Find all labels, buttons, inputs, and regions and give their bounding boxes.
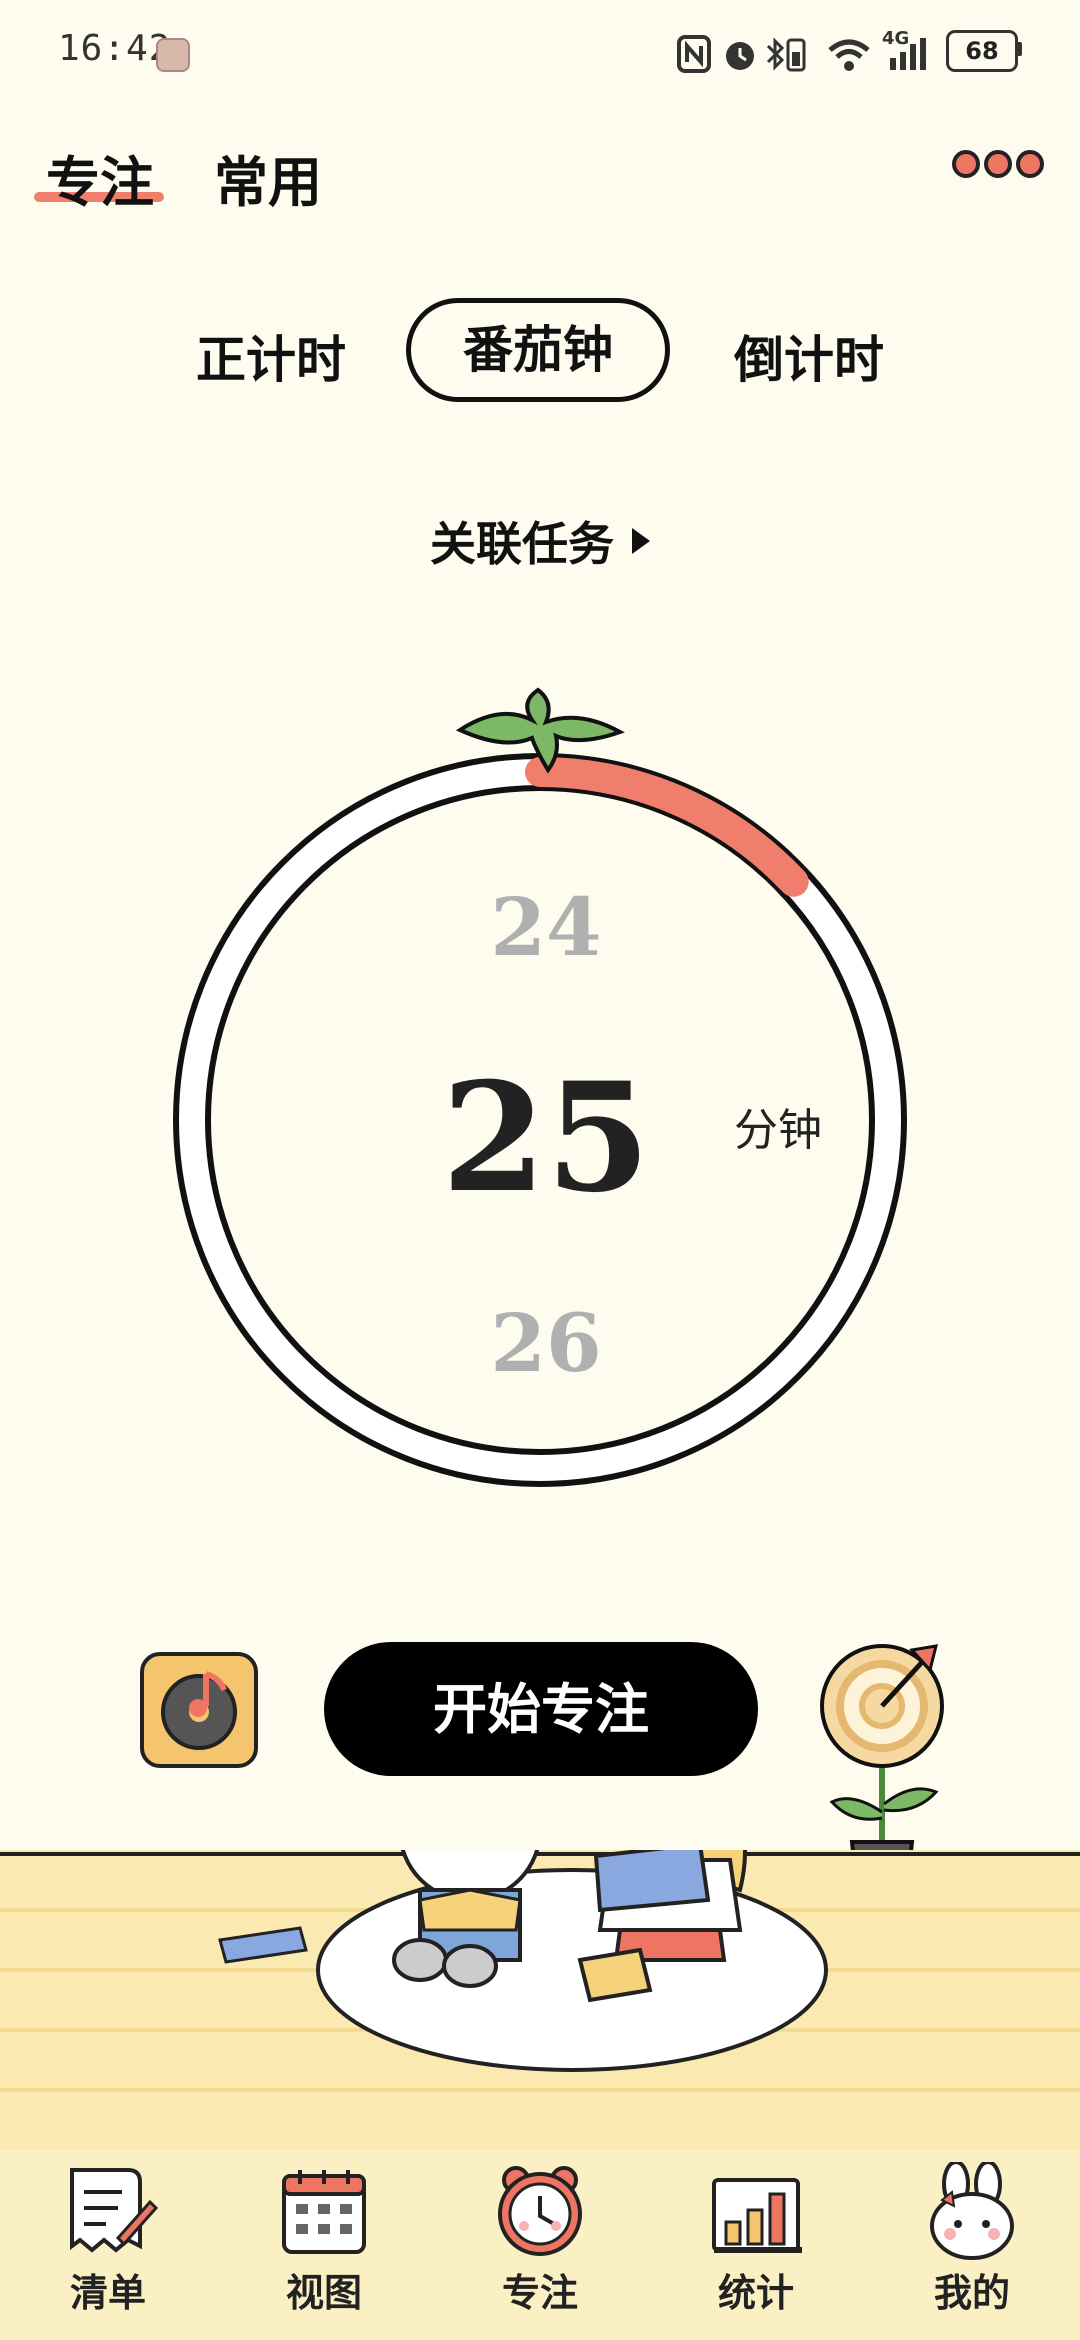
nav-item-list[interactable]: 清单 [28,2150,188,2340]
alarm-clock-icon [498,2166,582,2256]
more-dots-icon[interactable] [952,150,1044,190]
battery-indicator: 68 [946,30,1018,72]
wifi-icon [828,39,870,71]
nav-label-list: 清单 [69,2270,146,2315]
nav-item-focus[interactable]: 专注 [460,2150,620,2340]
next-minute-value[interactable]: 26 [396,1296,696,1390]
bottom-navigation: 清单 视图 专注 统计 我的 [0,2150,1080,2340]
mode-pomodoro[interactable]: 番茄钟 [406,298,670,402]
bar-chart-icon [712,2178,802,2253]
status-time: 16:42 [58,28,172,69]
play-arrow-icon [632,528,650,554]
list-note-icon [70,2168,158,2253]
tab-common[interactable]: 常用 [214,138,322,217]
tab-focus[interactable]: 专注 [46,138,154,217]
nav-item-stats[interactable]: 统计 [676,2150,836,2340]
previous-minute-value[interactable]: 24 [396,880,696,974]
music-disc-icon[interactable] [140,1652,258,1768]
minute-unit-label: 分钟 [734,1105,822,1156]
bunny-icon [930,2162,1014,2260]
reading-kids-illustration [0,1850,1080,2150]
link-task-button[interactable]: 关联任务 [430,508,650,574]
calendar-icon [282,2170,366,2254]
nav-label-me: 我的 [933,2270,1010,2315]
start-focus-button[interactable]: 开始专注 [324,1642,758,1776]
nav-item-view[interactable]: 视图 [244,2150,404,2340]
signal-icon [890,38,926,70]
mode-stopwatch[interactable]: 正计时 [196,320,346,392]
link-task-label: 关联任务 [430,517,614,571]
nav-label-stats: 统计 [717,2270,794,2315]
bluetooth-battery-icon [766,37,806,72]
app-notification-icon [156,38,190,72]
nav-item-me[interactable]: 我的 [892,2150,1052,2340]
nav-label-focus: 专注 [501,2270,578,2315]
alarm-icon [726,42,754,70]
battery-tip [1016,42,1022,56]
nfc-icon [677,35,711,73]
mode-countdown[interactable]: 倒计时 [734,320,884,392]
nav-label-view: 视图 [285,2270,362,2315]
current-minute-value[interactable]: 25 [396,1050,696,1226]
